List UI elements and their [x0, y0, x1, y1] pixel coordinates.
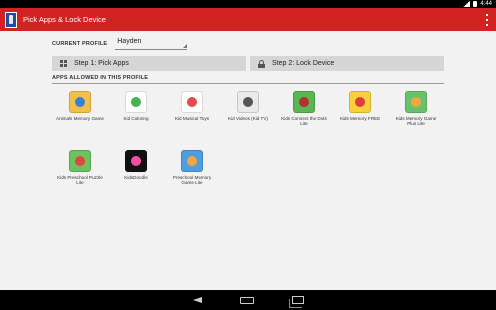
app-tile[interactable]: Kid Musical Toys: [164, 91, 220, 145]
app-label: Kid Videos (Kid TV): [228, 116, 268, 121]
profile-selected: Hayden: [117, 38, 142, 45]
status-time: 4:44: [480, 1, 492, 7]
app-tile[interactable]: Kids Memory FREE: [332, 91, 388, 145]
profile-row: CURRENT PROFILE Hayden: [52, 38, 188, 50]
step1-pick-apps-button[interactable]: Step 1: Pick Apps: [52, 56, 246, 71]
lock-icon: [257, 59, 266, 68]
app-label: Kids Preschool Puzzle Lite: [57, 175, 103, 186]
app-label: Animals Memory Game: [56, 116, 104, 121]
app-grid: Animals Memory Game Kid Coloring Kid Music…: [52, 91, 444, 204]
navigation-bar: [0, 290, 496, 310]
battery-icon: [473, 1, 478, 7]
home-icon[interactable]: [239, 296, 254, 304]
dropdown-arrow-icon: [183, 44, 188, 48]
profile-spinner[interactable]: Hayden: [115, 38, 188, 50]
app-tile[interactable]: Kid Coloring: [108, 91, 164, 145]
app-label: Kid Coloring: [123, 116, 149, 121]
wifi-signal-icon: [463, 1, 471, 7]
app-label: Kids Connect the Dots Lite: [281, 116, 327, 127]
kids-memory-free-icon: [349, 91, 371, 113]
app-label: Preschool Memory Game Lite: [172, 175, 212, 186]
connect-dots-icon: [293, 91, 315, 113]
app-tile[interactable]: KidsDoodle: [108, 150, 164, 204]
app-label: Kids Memory Game Plus Lite: [395, 116, 437, 127]
kid-coloring-icon: [125, 91, 147, 113]
apps-section-header: APPS ALLOWED IN THIS PROFILE: [52, 75, 444, 84]
recent-apps-icon[interactable]: [288, 296, 304, 308]
app-tile[interactable]: Kids Preschool Puzzle Lite: [52, 150, 108, 204]
app-tile[interactable]: Kids Connect the Dots Lite: [276, 91, 332, 145]
app-title: Pick Apps & Lock Device: [23, 15, 106, 24]
steps-row: Step 1: Pick Apps Step 2: Lock Device: [52, 56, 444, 71]
kid-tv-icon: [237, 91, 259, 113]
main-content: CURRENT PROFILE Hayden Step 1: Pick Apps…: [0, 31, 496, 290]
animals-memory-icon: [69, 91, 91, 113]
action-bar: Pick Apps & Lock Device: [0, 8, 496, 31]
step1-label: Step 1: Pick Apps: [74, 60, 129, 67]
app-label: KidsDoodle: [124, 175, 148, 180]
app-label: Kids Memory FREE: [339, 116, 381, 121]
step2-label: Step 2: Lock Device: [272, 60, 335, 67]
memory-plus-icon: [405, 91, 427, 113]
apps-section-label: APPS ALLOWED IN THIS PROFILE: [52, 75, 149, 81]
overflow-menu-icon[interactable]: [484, 14, 490, 26]
app-tile[interactable]: Kids Memory Game Plus Lite: [388, 91, 444, 145]
grid-icon: [59, 59, 68, 68]
preschool-puzzle-icon: [69, 150, 91, 172]
section-divider: [52, 83, 444, 84]
profile-label: CURRENT PROFILE: [52, 41, 108, 47]
kid-musical-toys-icon: [181, 91, 203, 113]
back-icon[interactable]: [192, 297, 202, 303]
app-label: Kid Musical Toys: [174, 116, 210, 121]
app-logo-icon[interactable]: [5, 11, 17, 28]
status-bar: 4:44: [0, 0, 496, 8]
app-tile[interactable]: Kid Videos (Kid TV): [220, 91, 276, 145]
app-tile[interactable]: Animals Memory Game: [52, 91, 108, 145]
kidsdoodle-icon: [125, 150, 147, 172]
step2-lock-device-button[interactable]: Step 2: Lock Device: [250, 56, 444, 71]
app-tile[interactable]: Preschool Memory Game Lite: [164, 150, 220, 204]
preschool-memory-icon: [181, 150, 203, 172]
